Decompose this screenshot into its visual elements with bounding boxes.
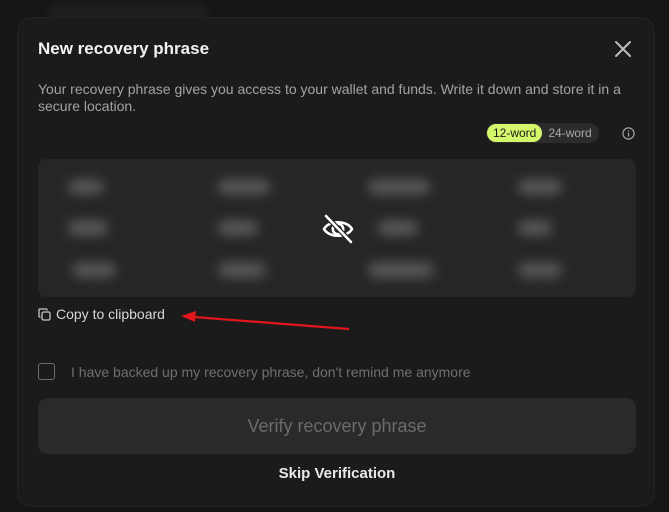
copy-label: Copy to clipboard: [56, 306, 165, 322]
hidden-word: [68, 180, 104, 194]
recovery-phrase-box: [38, 159, 636, 297]
info-icon[interactable]: [622, 127, 635, 140]
hidden-word: [218, 221, 258, 235]
modal-description: Your recovery phrase gives you access to…: [38, 81, 621, 114]
recovery-phrase-modal: New recovery phrase Your recovery phrase…: [17, 17, 655, 507]
hidden-word: [368, 180, 430, 194]
eye-off-icon[interactable]: [320, 211, 356, 247]
copy-icon: [38, 307, 51, 321]
hidden-word: [218, 263, 266, 277]
hidden-word: [368, 263, 434, 277]
hidden-word: [218, 180, 270, 194]
hidden-word: [378, 221, 418, 235]
skip-verification-link[interactable]: Skip Verification: [18, 465, 656, 482]
close-icon[interactable]: [613, 39, 633, 59]
word-count-toggle: 12-word 24-word: [486, 123, 599, 143]
hidden-word: [72, 263, 116, 277]
modal-title: New recovery phrase: [38, 39, 210, 58]
backup-confirmation: I have backed up my recovery phrase, don…: [38, 363, 471, 380]
hidden-word: [68, 221, 108, 235]
toggle-24-word[interactable]: 24-word: [542, 124, 597, 142]
verify-recovery-phrase-button[interactable]: Verify recovery phrase: [38, 398, 636, 454]
hidden-word: [518, 180, 562, 194]
hidden-word: [518, 221, 552, 235]
hidden-word: [518, 263, 562, 277]
backup-checkbox-label[interactable]: I have backed up my recovery phrase, don…: [71, 364, 471, 380]
copy-to-clipboard-button[interactable]: Copy to clipboard: [38, 306, 165, 322]
backup-checkbox[interactable]: [38, 363, 55, 380]
toggle-12-word[interactable]: 12-word: [487, 124, 543, 142]
